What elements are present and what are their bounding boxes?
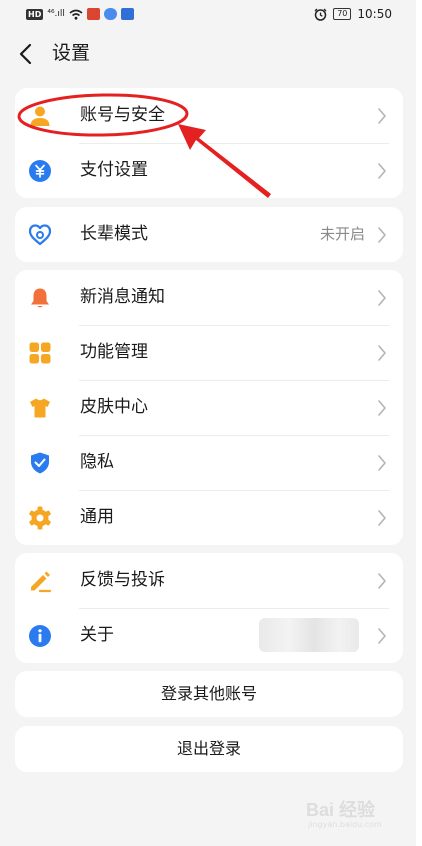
grid-icon: [29, 342, 51, 364]
battery-indicator: 70: [333, 8, 352, 20]
edit-icon: [31, 571, 52, 593]
settings-item-label: 账号与安全: [80, 105, 165, 125]
header: 设置: [0, 34, 416, 74]
settings-item-skin-center[interactable]: 皮肤中心: [15, 380, 403, 435]
elder-mode-card: 长辈模式 未开启: [15, 207, 403, 262]
hd-badge: HD: [26, 8, 44, 20]
settings-item-general[interactable]: 通用: [15, 490, 403, 545]
gear-icon: [29, 506, 51, 530]
settings-item-payment[interactable]: 支付设置: [15, 143, 403, 198]
alarm-icon: [314, 8, 327, 21]
logout-button[interactable]: 退出登录: [15, 726, 403, 772]
chevron-right-icon: [378, 345, 386, 361]
settings-item-label: 关于: [80, 625, 114, 645]
chevron-right-icon: [378, 510, 386, 526]
status-bar-right: 70 10:50: [314, 7, 392, 21]
yuan-icon: [29, 160, 51, 182]
settings-item-account-security[interactable]: 账号与安全: [15, 88, 403, 143]
login-other-account-button[interactable]: 登录其他账号: [15, 671, 403, 717]
settings-item-label: 支付设置: [80, 160, 148, 180]
shirt-icon: [30, 398, 50, 418]
chevron-right-icon: [378, 573, 386, 589]
settings-item-label: 新消息通知: [80, 287, 165, 307]
back-button[interactable]: [12, 38, 42, 70]
chevron-left-icon: [19, 43, 32, 65]
settings-item-label: 长辈模式: [80, 224, 148, 244]
status-time: 10:50: [357, 7, 392, 21]
settings-item-feature-management[interactable]: 功能管理: [15, 325, 403, 380]
status-bar-left: HD ⁴⁶.ıll: [26, 8, 134, 20]
shield-icon: [31, 452, 49, 474]
chevron-right-icon: [378, 628, 386, 644]
elder-mode-status: 未开启: [319, 225, 365, 243]
button-label: 登录其他账号: [160, 684, 257, 703]
settings-item-elder-mode[interactable]: 长辈模式 未开启: [15, 207, 403, 262]
settings-screen: HD ⁴⁶.ıll 70 10:50 设置 账号与安全 支付设置 长辈模式 未开…: [0, 0, 416, 846]
chevron-right-icon: [378, 400, 386, 416]
account-card: 账号与安全 支付设置: [15, 88, 403, 198]
chevron-right-icon: [378, 290, 386, 306]
watermark-sub: jingyan.baidu.com: [308, 820, 382, 829]
page-title: 设置: [52, 42, 91, 64]
settings-item-label: 通用: [80, 507, 114, 527]
chevron-right-icon: [378, 455, 386, 471]
settings-item-notifications[interactable]: 新消息通知: [15, 270, 403, 325]
settings-item-label: 隐私: [80, 452, 114, 472]
wifi-icon: [69, 9, 83, 20]
status-bar: HD ⁴⁶.ıll 70 10:50: [0, 0, 416, 30]
chevron-right-icon: [378, 227, 386, 243]
user-icon: [30, 106, 50, 126]
settings-item-feedback[interactable]: 反馈与投诉: [15, 553, 403, 608]
button-label: 退出登录: [176, 739, 241, 758]
app-notification-icon: [120, 8, 134, 20]
baidu-watermark-logo: Bai 经验 jingyan.baidu.com: [306, 790, 396, 834]
settings-item-label: 功能管理: [80, 342, 148, 362]
signal-icon: ⁴⁶.ıll: [47, 9, 65, 19]
app-notification-icon: [86, 8, 100, 20]
chevron-right-icon: [378, 163, 386, 179]
blurred-version-info: [259, 618, 359, 652]
watermark-text: Bai 经验: [306, 800, 376, 820]
settings-item-label: 皮肤中心: [80, 397, 148, 417]
app-notification-icon: [103, 8, 117, 20]
settings-item-privacy[interactable]: 隐私: [15, 435, 403, 490]
main-settings-card: 新消息通知 功能管理 皮肤中心 隐私 通用: [15, 270, 403, 545]
support-card: 反馈与投诉 关于: [15, 553, 403, 663]
chevron-right-icon: [378, 108, 386, 124]
info-icon: [29, 625, 51, 647]
settings-item-about[interactable]: 关于: [15, 608, 403, 663]
heart-icon: [28, 224, 52, 246]
bell-icon: [31, 288, 49, 308]
settings-item-label: 反馈与投诉: [80, 570, 165, 590]
